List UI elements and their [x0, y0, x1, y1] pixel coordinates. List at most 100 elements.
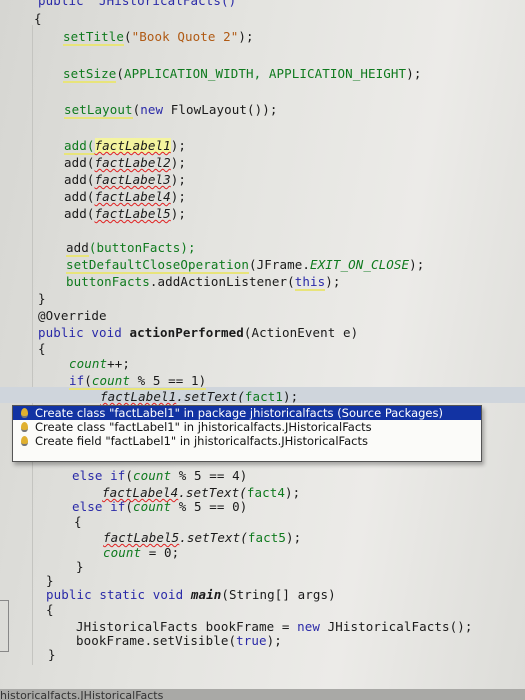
error-identifier[interactable]: factLabel5 — [95, 206, 171, 221]
method-name: actionPerformed — [129, 325, 244, 340]
code-line-add: add(factLabel5); — [64, 207, 186, 221]
code-text: .addActionListener( — [149, 274, 295, 289]
field-name: count — [103, 545, 142, 560]
punct: ); — [286, 530, 302, 545]
method-name: setLayout — [64, 102, 133, 119]
code-line: public JHistoricalFacts() — [38, 0, 236, 8]
quick-fix-item[interactable]: Create field "factLabel1" in jhistorical… — [13, 434, 481, 448]
code-text: = 0; — [141, 545, 180, 560]
punct: ); — [283, 389, 299, 404]
code-line: { — [46, 603, 54, 617]
quick-fix-item[interactable]: Create class "factLabel1" in jhistorical… — [13, 420, 481, 434]
code-line-set-layout: setLayout(new FlowLayout()); — [64, 102, 278, 119]
punct: ); — [409, 257, 425, 272]
field-name: count — [133, 499, 172, 514]
method-name: setSize — [63, 66, 117, 83]
code-text: (buttonFacts); — [88, 240, 196, 255]
brace: } — [76, 559, 84, 574]
code-line-set-text-4: factLabel4.setText(fact4); — [102, 486, 300, 500]
quick-fix-label: Create class "factLabel1" in package jhi… — [35, 406, 443, 420]
field-name: count — [69, 356, 108, 371]
gutter-divider — [32, 25, 33, 665]
lightbulb-icon — [21, 408, 28, 418]
code-line-add-button: add(buttonFacts); — [66, 240, 196, 257]
error-identifier[interactable]: factLabel3 — [95, 172, 171, 187]
code-line: { — [74, 515, 82, 529]
code-line-set-default-close: setDefaultCloseOperation(JFrame.EXIT_ON_… — [66, 257, 425, 274]
code-text: % 5 == 4) — [171, 468, 248, 483]
error-identifier[interactable]: factLabel5 — [103, 530, 179, 545]
fold-marker[interactable] — [0, 600, 9, 652]
field-name: buttonFacts — [66, 274, 150, 289]
quick-fix-label: Create class "factLabel1" in jhistorical… — [35, 420, 372, 434]
method-name: add( — [64, 206, 95, 221]
code-line-set-text-1: factLabel1.setText(fact1); — [100, 390, 298, 404]
navigation-breadcrumb-bar: historicalfacts.JHistoricalFacts — [0, 689, 525, 700]
constants: APPLICATION_WIDTH, APPLICATION_HEIGHT — [124, 66, 407, 81]
punct: ); — [170, 172, 187, 187]
code-text: % 5 == 0) — [171, 499, 248, 514]
code-line-set-size: setSize(APPLICATION_WIDTH, APPLICATION_H… — [63, 66, 422, 83]
code-line-add: add(factLabel3); — [64, 173, 186, 187]
brace: } — [38, 291, 46, 306]
code-text: bookFrame.setVisible( — [76, 633, 237, 648]
punct: ++; — [107, 356, 131, 371]
keyword-this: this — [294, 274, 326, 291]
punct: ); — [170, 189, 187, 204]
code-line: } — [46, 574, 54, 588]
code-line-jhf-decl: JHistoricalFacts bookFrame = new JHistor… — [76, 620, 473, 634]
keyword: else if — [72, 499, 126, 514]
punct: ); — [266, 633, 282, 648]
quick-fix-popup[interactable]: Create class "factLabel1" in package jhi… — [12, 405, 482, 462]
quick-fix-label: Create field "factLabel1" in jhistorical… — [35, 434, 368, 448]
punct: ( — [84, 373, 92, 388]
error-identifier[interactable]: factLabel4 — [102, 485, 178, 500]
code-line-annotation: @Override — [38, 309, 107, 323]
code-line: { — [34, 12, 42, 26]
error-identifier[interactable]: factLabel1 — [100, 389, 176, 404]
breadcrumb[interactable]: historicalfacts.JHistoricalFacts — [0, 689, 163, 700]
params: (ActionEvent e) — [243, 325, 359, 340]
punct: ); — [238, 29, 254, 44]
method-name: main — [190, 587, 222, 602]
quick-fix-item[interactable]: Create class "factLabel1" in package jhi… — [13, 406, 481, 420]
brace: { — [46, 602, 54, 617]
lightbulb-icon — [21, 436, 28, 446]
code-line-add: add(factLabel1); — [64, 138, 186, 155]
field-name: count — [133, 468, 172, 483]
keyword: public static void — [46, 587, 184, 602]
code-editor[interactable]: public JHistoricalFacts() { setTitle("Bo… — [0, 0, 525, 690]
keyword-if: if — [69, 373, 85, 388]
error-identifier[interactable]: factLabel2 — [95, 155, 171, 170]
code-text: JHistoricalFacts bookFrame = — [76, 619, 298, 634]
keyword: else if — [72, 468, 126, 483]
brace: } — [48, 647, 56, 662]
code-line-count-reset: count = 0; — [103, 546, 179, 560]
method-name: add( — [64, 172, 95, 187]
code-text: JHistoricalFacts(); — [320, 619, 473, 634]
code-line: } — [38, 292, 46, 306]
error-identifier[interactable]: factLabel4 — [95, 189, 171, 204]
code-line-main: public static void main(String[] args) — [46, 588, 336, 602]
code-line: } — [76, 560, 84, 574]
method-call: .setText( — [178, 485, 247, 500]
error-identifier[interactable]: factLabel1 — [94, 138, 171, 153]
field-name: fact4 — [246, 485, 286, 500]
keyword-new: new — [297, 619, 321, 634]
field-name: fact1 — [244, 389, 284, 404]
punct: ); — [325, 274, 341, 289]
punct: ); — [285, 485, 301, 500]
params: (String[] args) — [221, 587, 336, 602]
code-line-count-inc: count++; — [69, 357, 130, 371]
code-line-add-listener: buttonFacts.addActionListener(this); — [66, 274, 341, 291]
punct: ); — [170, 206, 187, 221]
keyword-new: new — [140, 102, 164, 117]
lightbulb-icon — [21, 422, 28, 432]
string-literal: "Book Quote 2" — [131, 29, 239, 44]
constant: EXIT_ON_CLOSE — [310, 257, 410, 272]
method-name: add( — [64, 155, 95, 170]
constructor-signature: public JHistoricalFacts() — [38, 0, 237, 8]
annotation: @Override — [38, 308, 107, 323]
code-line-set-visible: bookFrame.setVisible(true); — [76, 634, 282, 648]
brace: } — [46, 573, 54, 588]
